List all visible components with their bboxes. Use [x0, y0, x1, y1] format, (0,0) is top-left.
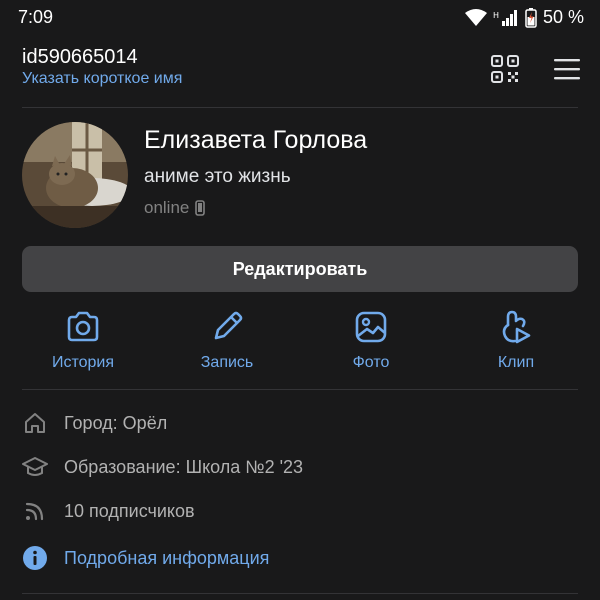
action-photo[interactable]: Фото	[311, 308, 431, 372]
divider	[22, 107, 578, 108]
profile-name: Елизавета Горлова	[144, 126, 368, 154]
clip-icon	[502, 310, 531, 344]
rss-feed-icon	[25, 502, 44, 521]
graduation-cap-icon	[22, 457, 48, 476]
info-icon	[23, 546, 47, 570]
action-clip-label: Клип	[497, 354, 535, 371]
camera-icon	[67, 311, 99, 342]
profile-header: id590665014 Указать короткое имя	[22, 46, 582, 96]
menu-button[interactable]	[552, 54, 582, 84]
user-id: id590665014	[22, 46, 138, 68]
status-bar: 7:09 H 50 %	[0, 0, 600, 36]
qr-code-button[interactable]	[490, 54, 520, 84]
battery-percent: 50 %	[542, 7, 584, 27]
edit-profile-button[interactable]: Редактировать	[22, 246, 578, 292]
info-education: Образование: Школа №2 '23	[22, 452, 582, 482]
qr-code-icon	[491, 55, 519, 83]
quick-actions: История Запись Фото Клип	[0, 308, 600, 378]
wifi-icon	[464, 8, 487, 26]
info-more-link: Подробная информация	[64, 547, 270, 568]
online-status: online	[144, 198, 206, 218]
profile-status[interactable]: аниме это жизнь	[144, 166, 291, 188]
short-name-link[interactable]: Указать короткое имя	[22, 70, 182, 88]
image-icon	[355, 311, 387, 343]
info-followers[interactable]: 10 подписчиков	[22, 496, 582, 526]
online-label: online	[144, 198, 190, 217]
action-post[interactable]: Запись	[167, 308, 287, 372]
status-time: 7:09	[18, 7, 54, 27]
avatar-cat-photo	[22, 122, 128, 228]
action-clip[interactable]: Клип	[456, 308, 576, 372]
divider	[22, 593, 578, 594]
action-story-label: История	[51, 354, 115, 371]
info-followers-text: 10 подписчиков	[64, 500, 195, 521]
info-city-text: Город: Орёл	[64, 412, 168, 433]
signal-icon: H	[493, 9, 517, 26]
mobile-phone-icon	[195, 200, 206, 216]
info-more-details[interactable]: Подробная информация	[22, 543, 582, 573]
action-story[interactable]: История	[23, 308, 143, 372]
svg-text:H: H	[493, 11, 499, 20]
action-photo-label: Фото	[352, 354, 390, 371]
home-icon	[25, 413, 45, 433]
info-education-text: Образование: Школа №2 '23	[64, 456, 304, 477]
info-city: Город: Орёл	[22, 408, 582, 438]
battery-icon	[525, 7, 537, 28]
action-post-label: Запись	[200, 354, 254, 371]
status-icons: H 50 %	[464, 7, 584, 28]
avatar[interactable]	[22, 122, 128, 228]
hamburger-menu-icon	[554, 59, 580, 80]
pencil-icon	[214, 311, 243, 340]
divider	[22, 389, 578, 390]
